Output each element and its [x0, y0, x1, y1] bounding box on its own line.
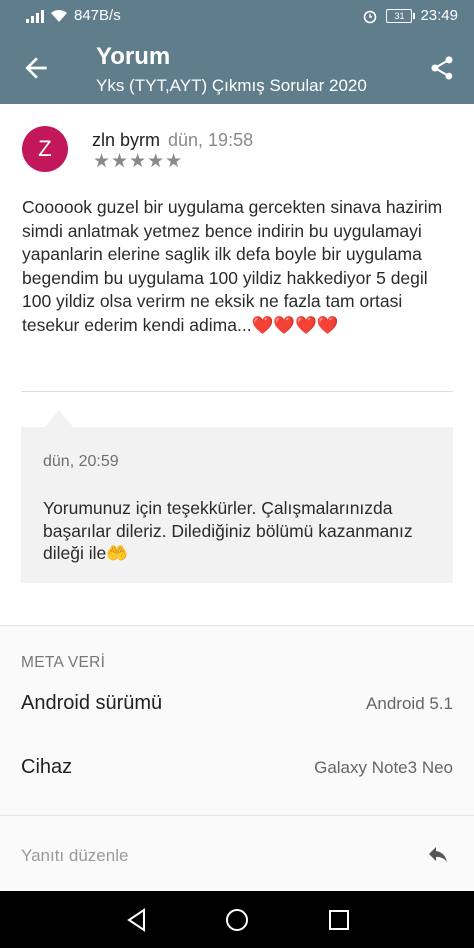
- device-row: Cihaz Galaxy Note3 Neo: [21, 756, 453, 786]
- android-version-row: Android sürümü Android 5.1: [21, 692, 453, 722]
- metadata-section: META VERİ Android sürümü Android 5.1 Cih…: [0, 625, 474, 816]
- signal-icon: [26, 9, 44, 23]
- status-bar: 847B/s 31 23:49: [0, 0, 474, 32]
- arrow-back-icon[interactable]: [20, 52, 52, 84]
- edit-reply-bar[interactable]: Yanıtı düzenle: [0, 815, 474, 892]
- reply-text: Yorumunuz için teşekkürler. Çalışmaların…: [43, 498, 413, 563]
- app-name-subtitle: Yks (TYT,AYT) Çıkmış Sorular 2020: [96, 76, 367, 95]
- app-bar: Yorum Yks (TYT,AYT) Çıkmış Sorular 2020: [0, 32, 474, 104]
- navigation-bar: [0, 891, 474, 948]
- share-icon[interactable]: [428, 54, 456, 82]
- reply-pointer: [45, 410, 73, 427]
- network-speed: 847B/s: [74, 7, 121, 24]
- battery-icon: 31: [386, 8, 416, 23]
- review-date: dün, 19:58: [168, 130, 254, 150]
- divider: [21, 391, 453, 392]
- alarm-icon: [364, 10, 377, 23]
- reply-date: dün, 20:59: [43, 453, 119, 470]
- clock: 23:49: [420, 7, 458, 24]
- page-title: Yorum: [96, 43, 171, 70]
- metadata-title: META VERİ: [21, 654, 106, 671]
- review-text: Coooook guzel bir uygulama gercekten sin…: [22, 197, 443, 335]
- android-version-label: Android sürümü: [21, 692, 163, 714]
- edit-reply-label[interactable]: Yanıtı düzenle: [21, 846, 128, 866]
- developer-reply: dün, 20:59 Yorumunuz için teşekkürler. Ç…: [21, 427, 453, 583]
- reply-icon[interactable]: [424, 842, 452, 866]
- star-rating: ★★★★★: [93, 151, 184, 172]
- nav-recents-icon[interactable]: [326, 907, 352, 933]
- android-version-value: Android 5.1: [366, 694, 453, 713]
- avatar: Z: [22, 126, 68, 172]
- nav-home-icon[interactable]: [224, 907, 250, 933]
- device-value: Galaxy Note3 Neo: [314, 758, 453, 777]
- nav-back-icon[interactable]: [124, 907, 150, 933]
- author-name: zln byrm: [92, 130, 161, 150]
- device-label: Cihaz: [21, 756, 73, 778]
- wifi-icon: [51, 9, 67, 22]
